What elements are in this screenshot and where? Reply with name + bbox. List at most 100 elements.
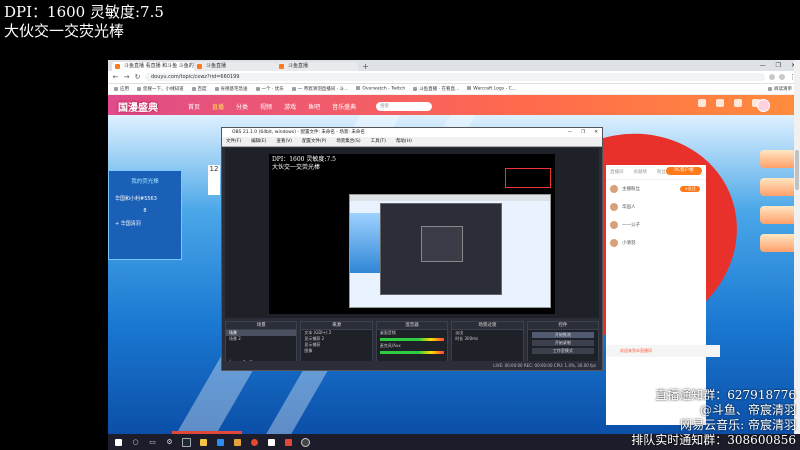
menu-edit[interactable]: 编辑(E) (251, 137, 266, 146)
maximize-icon[interactable]: ❐ (776, 60, 781, 71)
file-explorer-icon[interactable] (199, 438, 208, 447)
app-icon[interactable] (216, 438, 225, 447)
bookmark-item[interactable]: 一 帝宸清羽直播间 · 斗... (292, 86, 349, 92)
scene-item[interactable]: 场景 2 (226, 336, 296, 342)
steam-icon[interactable] (182, 437, 191, 447)
nav-home[interactable]: 首页 (188, 102, 200, 111)
chat-welcome-message: 欢迎来到本直播间 (606, 345, 720, 357)
studio-mode-button[interactable]: 工作室模式 (531, 348, 595, 354)
nested-obs (380, 203, 502, 295)
history-icon[interactable] (698, 99, 706, 107)
bookmark-item[interactable]: 您搜一下，小绒知道 (137, 86, 184, 92)
bookmark-item[interactable]: Warcraft Logs - C... (467, 86, 516, 92)
scrollbar-thumb[interactable] (795, 150, 799, 190)
gift-column (760, 150, 798, 310)
gift-item[interactable] (760, 150, 798, 168)
nav-video[interactable]: 视频 (260, 102, 272, 111)
follow-icon[interactable] (716, 99, 724, 107)
nav-games[interactable]: 游戏 (284, 102, 296, 111)
nav-music[interactable]: 音乐盛典 (332, 102, 356, 111)
chrome-icon[interactable] (250, 438, 259, 447)
folder-icon[interactable] (233, 438, 242, 447)
extension-icon[interactable] (769, 74, 775, 80)
selection-box (505, 168, 551, 188)
nav-category[interactable]: 分类 (236, 102, 248, 111)
back-icon[interactable]: ← (112, 73, 119, 81)
browser-tab[interactable]: 斗鱼直播 (194, 62, 276, 71)
minimize-icon[interactable]: — (760, 60, 766, 71)
page-scrollbar[interactable] (794, 60, 800, 434)
bookmark-item[interactable]: 百度 (192, 86, 207, 92)
search-icon[interactable]: ○ (131, 438, 140, 447)
card-row: 8 (143, 208, 147, 214)
media-icon[interactable] (267, 438, 276, 447)
avatar (610, 185, 618, 193)
profile-icon[interactable] (779, 74, 785, 80)
url-input[interactable]: douyu.com/topic/cxwz?rid=660199 (145, 73, 765, 81)
gift-item[interactable] (760, 178, 798, 196)
card-row: 华国和小利#5563 (115, 196, 157, 202)
bookmark-item[interactable]: 斗鱼直播 · 在看直... (413, 86, 459, 92)
browser-tab[interactable]: 斗鱼直播 (276, 62, 358, 71)
obs-icon[interactable] (301, 437, 310, 447)
avatar (610, 239, 618, 247)
menu-view[interactable]: 查看(V) (276, 137, 292, 146)
search-input[interactable]: 搜索 (376, 101, 433, 111)
stream-overlay-top: DPI：1600 灵敏度:7.5 大伙交一交荧光棒 (4, 3, 164, 41)
menu-scene-collection[interactable]: 场景集合(S) (336, 137, 360, 146)
tab-contribution[interactable]: 贡献榜 (634, 169, 648, 175)
reload-icon[interactable]: ↻ (134, 73, 141, 81)
address-bar-row: ← → ↻ douyu.com/topic/cxwz?rid=660199 ⋮ (108, 71, 800, 84)
maximize-icon[interactable]: ❐ (581, 128, 585, 137)
gift-item[interactable] (760, 234, 798, 252)
minimize-icon[interactable]: — (568, 128, 573, 137)
browser-tab[interactable]: 斗鱼直播 看直播 和斗鱼 斗鱼的 (112, 62, 194, 71)
douyu-logo[interactable]: 国漫盛典 (118, 99, 188, 114)
pc-client-button[interactable]: PC客户端 (666, 167, 702, 175)
glowstick-card: 我的荧光棒 华国和小利#5563 8 + 华国清羽 (108, 170, 182, 260)
stream-overlay-bottom: 直播通知群：627918776 @斗鱼、帝宸清羽 网易云音乐: 帝宸清羽 排队实… (631, 388, 796, 448)
transition-duration[interactable]: 时长 300ms (452, 336, 522, 342)
bookmark-item[interactable]: 肯德基宅急送 (215, 86, 248, 92)
obs-preview[interactable]: DPI：1600 灵敏度:7.5 大伙交一交荧光棒 (269, 154, 555, 314)
menu-help[interactable]: 帮助(H) (396, 137, 412, 146)
start-recording-button[interactable]: 开始录制 (531, 340, 595, 346)
douyu-favicon-icon (197, 64, 202, 69)
card-title: 我的荧光棒 (131, 179, 159, 185)
menu-file[interactable]: 文件(F) (226, 137, 241, 146)
record-icon[interactable] (284, 438, 293, 447)
tab-live-room[interactable]: 直播间 (610, 169, 624, 175)
nav-live[interactable]: 直播 (212, 102, 224, 111)
bookmark-item[interactable]: Overwatch - Twitch (356, 86, 405, 92)
menu-tools[interactable]: 工具(T) (371, 137, 386, 146)
obs-window: OBS 21.1.0 (64bit, windows) - 配置文件: 未命名 … (221, 127, 603, 371)
windows-start-icon[interactable] (114, 438, 123, 447)
card-row[interactable]: + 华国清羽 (115, 220, 175, 227)
message-icon[interactable] (734, 99, 742, 107)
overlay-queue-group: 排队实时通知群：308600856 (631, 433, 796, 447)
browser-tab-strip: 斗鱼直播 看直播 和斗鱼 斗鱼的 斗鱼直播 斗鱼直播 + — ❐ ✕ (108, 60, 800, 71)
reading-list-item[interactable]: 阅读清单 (768, 86, 792, 92)
overlay-netease-music: 网易云音乐: 帝宸清羽 (680, 418, 796, 432)
avatar[interactable] (757, 99, 770, 112)
forward-icon[interactable]: → (123, 73, 130, 81)
menu-profile[interactable]: 配置文件(P) (302, 137, 326, 146)
task-view-icon[interactable]: ▭ (148, 438, 157, 447)
new-tab-icon[interactable]: + (361, 62, 370, 71)
close-icon[interactable]: ✕ (594, 128, 598, 137)
nested-page (350, 213, 380, 273)
follow-button[interactable]: +关注 (680, 186, 700, 192)
settings-icon[interactable]: ⚙ (165, 438, 174, 447)
avatar (610, 203, 618, 211)
bookmark-item[interactable]: 应用 (114, 86, 129, 92)
audio-meter[interactable] (379, 351, 445, 354)
mixer-channel: 麦克风/Aux (379, 343, 401, 348)
nav-yuba[interactable]: 鱼吧 (308, 102, 320, 111)
gift-item[interactable] (760, 206, 798, 224)
start-streaming-button[interactable]: 开始推流 (531, 332, 595, 338)
overlay-douyu-handle: @斗鱼、帝宸清羽 (699, 403, 796, 417)
obs-menu-bar: 文件(F) 编辑(E) 查看(V) 配置文件(P) 场景集合(S) 工具(T) … (222, 137, 602, 147)
audio-meter[interactable] (379, 338, 445, 341)
bookmark-item[interactable]: 一个 · 优乐 (256, 86, 284, 92)
source-item[interactable]: 图像 (301, 348, 371, 354)
